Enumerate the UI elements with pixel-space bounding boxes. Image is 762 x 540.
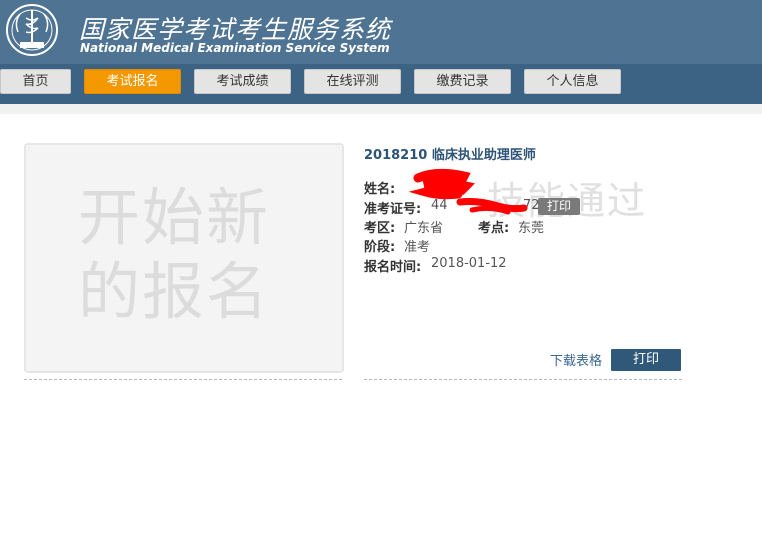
- medical-emblem-icon: [6, 4, 58, 56]
- registration-time-label: 报名时间:: [364, 260, 422, 275]
- nav-payment-records[interactable]: 缴费记录: [414, 69, 511, 94]
- content-top-strip: [0, 104, 762, 114]
- region-value: 广东省: [404, 221, 444, 236]
- header-banner: 国家医学考试考生服务系统 National Medical Examinatio…: [0, 0, 762, 64]
- main-nav: 首页 考试报名 考试成绩 在线评测 缴费记录 个人信息: [0, 64, 762, 104]
- start-new-registration-card[interactable]: 开始新 的报名: [24, 143, 344, 373]
- nav-online-assessment[interactable]: 在线评测: [304, 69, 401, 94]
- registration-time-value: 2018-01-12: [431, 256, 507, 271]
- card-divider-right: [364, 379, 682, 380]
- stage-label: 阶段:: [364, 240, 396, 255]
- nav-personal-info[interactable]: 个人信息: [524, 69, 621, 94]
- card-divider-left: [24, 379, 342, 380]
- system-title-english: National Medical Examination Service Sys…: [80, 41, 390, 55]
- site-label: 考点:: [478, 221, 510, 236]
- name-label: 姓名:: [364, 182, 396, 197]
- site-value: 东莞: [518, 221, 545, 236]
- exam-service-page: 国家医学考试考生服务系统 National Medical Examinatio…: [0, 0, 762, 540]
- nav-home[interactable]: 首页: [0, 69, 71, 94]
- exam-title: 2018210 临床执业助理医师: [364, 148, 536, 163]
- print-button[interactable]: 打印: [611, 349, 681, 371]
- nav-exam-scores[interactable]: 考试成绩: [194, 69, 291, 94]
- start-new-registration-label: 开始新 的报名: [78, 181, 271, 328]
- nav-exam-registration[interactable]: 考试报名: [84, 69, 181, 94]
- download-form-link[interactable]: 下载表格: [550, 350, 602, 369]
- region-label: 考区:: [364, 221, 396, 236]
- stage-value: 准考: [404, 240, 431, 255]
- redaction-scribble: [408, 168, 528, 215]
- print-admission-button[interactable]: 打印: [538, 198, 580, 215]
